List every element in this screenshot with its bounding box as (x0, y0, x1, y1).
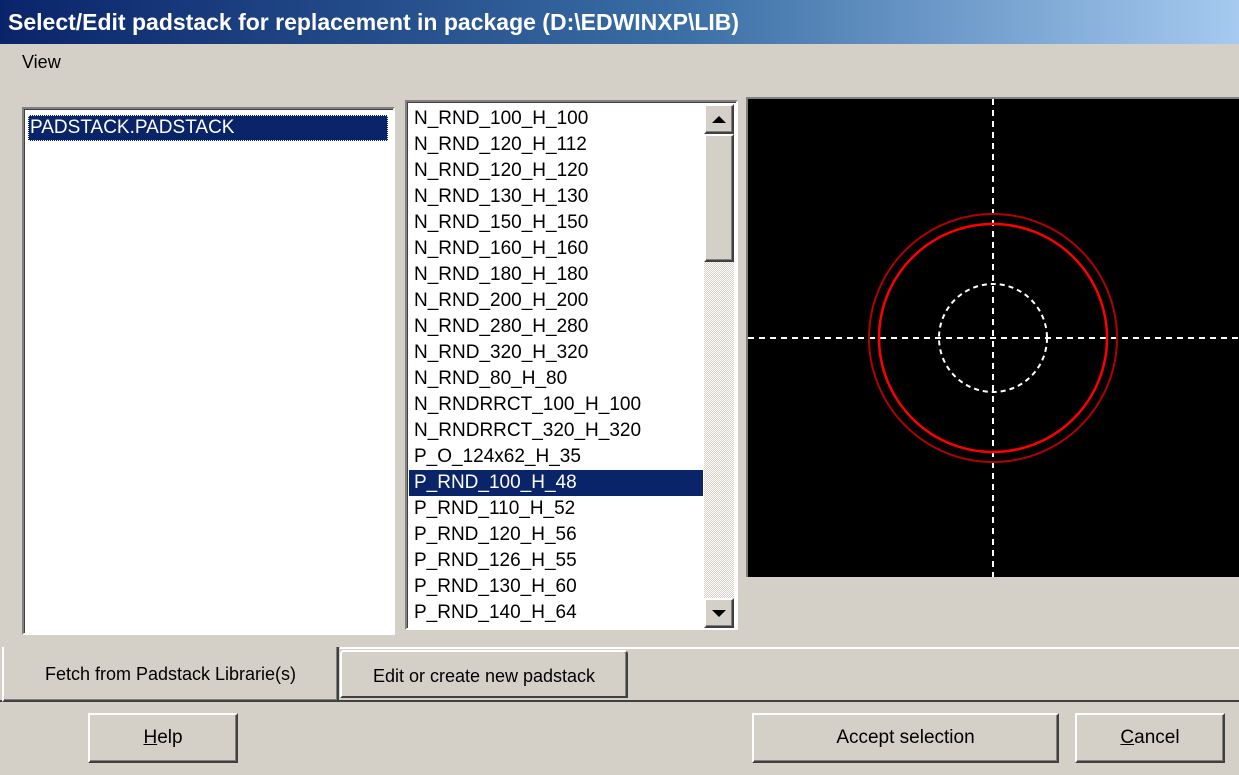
down-arrow-icon (712, 609, 726, 617)
padstack-list-item[interactable]: N_RND_120_H_112 (409, 132, 703, 158)
vertical-scrollbar[interactable] (704, 104, 734, 628)
padstack-list-item[interactable]: P_RND_120_H_56 (409, 522, 703, 548)
cancel-button[interactable]: Cancel (1075, 713, 1225, 763)
tab-fetch-from-library[interactable]: Fetch from Padstack Librarie(s) (2, 647, 339, 702)
padstack-list-item[interactable]: N_RND_80_H_80 (409, 366, 703, 392)
padstack-list-item[interactable]: N_RND_160_H_160 (409, 236, 703, 262)
tab-strip-border (340, 647, 1239, 649)
scroll-up-button[interactable] (704, 104, 734, 134)
padstack-list-item[interactable]: N_RND_200_H_200 (409, 288, 703, 314)
accept-selection-button[interactable]: Accept selection (752, 713, 1059, 763)
padstack-list-item[interactable]: N_RND_280_H_280 (409, 314, 703, 340)
cancel-button-mnemonic: C (1120, 727, 1135, 748)
padstack-list[interactable]: N_RND_100_H_100 N_RND_120_H_112 N_RND_120_… (405, 100, 738, 630)
library-list-item[interactable]: PADSTACK.PADSTACK (28, 115, 388, 141)
padstack-list-item[interactable]: N_RND_150_H_150 (409, 210, 703, 236)
padstack-list-item[interactable]: P_RND_110_H_52 (409, 496, 703, 522)
padstack-list-item[interactable]: N_RND_320_H_320 (409, 340, 703, 366)
menu-bar: View (0, 44, 1239, 84)
padstack-library-list[interactable]: PADSTACK.PADSTACK (22, 107, 395, 635)
cancel-button-label: ancel (1134, 727, 1180, 748)
padstack-list-item[interactable]: N_RND_100_H_100 (409, 106, 703, 132)
padstack-list-item[interactable]: P_RND_100_H_48 (409, 470, 703, 496)
menu-item-view[interactable]: View (22, 52, 61, 73)
padstack-list-item[interactable]: N_RND_130_H_130 (409, 184, 703, 210)
padstack-list-item[interactable]: P_RND_130_H_60 (409, 574, 703, 600)
padstack-list-item[interactable]: P_RND_126_H_55 (409, 548, 703, 574)
scroll-thumb[interactable] (704, 134, 734, 262)
padstack-list-item[interactable]: N_RNDRRCT_320_H_320 (409, 418, 703, 444)
up-arrow-icon (712, 115, 726, 123)
padstack-list-item[interactable]: P_RND_140_H_64 (409, 600, 703, 626)
padstack-preview-canvas (748, 99, 1239, 577)
padstack-list-item[interactable]: N_RND_180_H_180 (409, 262, 703, 288)
window-title: Select/Edit padstack for replacement in … (8, 9, 740, 35)
padstack-list-item[interactable]: N_RND_120_H_120 (409, 158, 703, 184)
help-button-mnemonic: H (143, 727, 158, 748)
window-title-bar[interactable]: Select/Edit padstack for replacement in … (0, 0, 1239, 44)
padstack-preview (746, 97, 1239, 577)
padstack-list-item[interactable]: P_O_124x62_H_35 (409, 444, 703, 470)
scroll-down-button[interactable] (704, 598, 734, 628)
help-button-label: elp (157, 727, 183, 748)
padstack-list-items: N_RND_100_H_100 N_RND_120_H_112 N_RND_120_… (409, 106, 703, 626)
tab-edit-create-padstack[interactable]: Edit or create new padstack (340, 650, 628, 698)
padstack-list-item[interactable]: N_RNDRRCT_100_H_100 (409, 392, 703, 418)
help-button[interactable]: Help (88, 713, 238, 763)
